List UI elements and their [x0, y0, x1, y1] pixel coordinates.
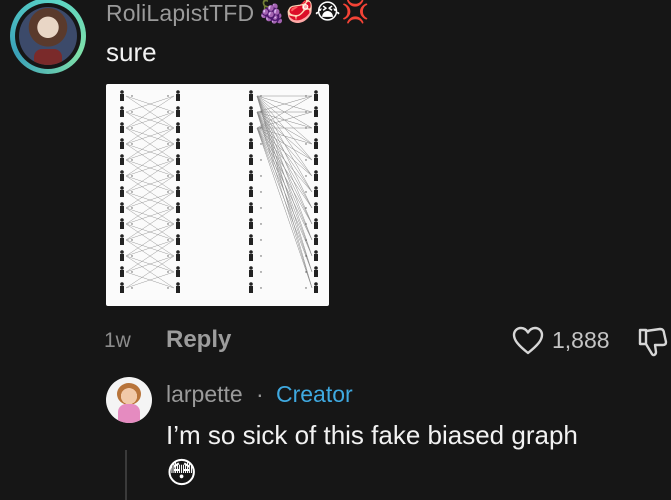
comment-timestamp: 1w	[104, 329, 131, 352]
reply-emoji: 😳	[166, 457, 198, 490]
thumbs-down-outline-icon[interactable]	[636, 326, 670, 358]
creator-badge: Creator	[276, 381, 353, 407]
like-count: 1,888	[552, 327, 610, 353]
reply-text: I’m so sick of this fake biased graph	[166, 420, 578, 450]
creator-avatar[interactable]	[106, 377, 152, 423]
comment-image-graph[interactable]	[106, 84, 329, 306]
thread-line	[125, 450, 127, 500]
reply-separator: ·	[256, 381, 264, 407]
heart-outline-icon[interactable]	[512, 326, 544, 356]
comment-text: sure	[106, 37, 157, 67]
network-graph-image	[120, 90, 318, 293]
username-emojis: 🍇🥩😭💢	[258, 0, 370, 24]
commenter-avatar[interactable]	[10, 0, 86, 74]
commenter-username[interactable]: RoliLapistTFD	[106, 0, 254, 27]
reply-username[interactable]: larpette	[166, 381, 243, 408]
reply-button[interactable]: Reply	[166, 326, 231, 354]
